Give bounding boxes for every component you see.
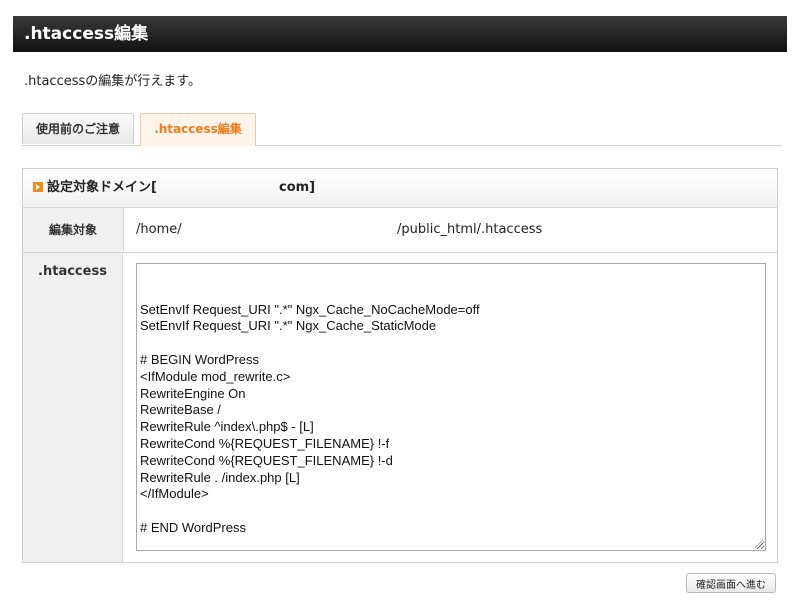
code-line: RewriteRule . /index.php [L]: [140, 469, 300, 485]
domain-heading-prefix: 設定対象ドメイン[: [47, 180, 157, 195]
code-line: SetEnvIf Request_URI ".*" Ngx_Cache_NoCa…: [140, 301, 480, 317]
target-path-start: /home/: [136, 222, 182, 237]
code-line: </IfModule>: [140, 486, 209, 502]
page-title-bar: .htaccess編集: [13, 16, 787, 52]
page-description: .htaccessの編集が行えます。: [24, 74, 201, 89]
code-line: <IfModule mod_rewrite.c>: [140, 368, 291, 384]
tab-usage-notes[interactable]: 使用前のご注意: [22, 113, 134, 144]
code-line: # END WordPress: [140, 519, 246, 535]
target-row: 編集対象 /home/ /public_html/.htaccess: [23, 208, 777, 253]
htaccess-textarea[interactable]: SetEnvIf Request_URI ".*" Ngx_Cache_NoCa…: [136, 263, 766, 551]
settings-panel: 設定対象ドメイン[ com] 編集対象 /home/ /public_html/…: [22, 168, 778, 563]
target-label: 編集対象: [23, 208, 124, 252]
code-line: RewriteRule ^index\.php$ - [L]: [140, 419, 314, 435]
page-title: .htaccess編集: [24, 24, 149, 44]
tab-htaccess-edit[interactable]: .htaccess編集: [140, 113, 256, 146]
resize-grip-icon[interactable]: [754, 539, 763, 548]
htaccess-label: .htaccess: [23, 253, 123, 562]
panel-heading: 設定対象ドメイン[ com]: [23, 169, 777, 208]
htaccess-row: .htaccess SetEnvIf Request_URI ".*" Ngx_…: [23, 253, 777, 562]
target-path-end: /public_html/.htaccess: [397, 222, 543, 237]
code-line: RewriteCond %{REQUEST_FILENAME} !-d: [140, 452, 393, 468]
code-line: RewriteCond %{REQUEST_FILENAME} !-f: [140, 435, 390, 451]
tab-bar: 使用前のご注意 .htaccess編集: [22, 113, 782, 146]
code-line: RewriteEngine On: [140, 385, 246, 401]
code-line: RewriteBase /: [140, 402, 221, 418]
domain-heading-suffix: com]: [279, 180, 316, 195]
code-line: # BEGIN WordPress: [140, 351, 259, 367]
code-line: SetEnvIf Request_URI ".*" Ngx_Cache_Stat…: [140, 318, 437, 334]
bullet-arrow-icon: [33, 182, 43, 192]
confirm-button[interactable]: 確認画面へ進む: [686, 573, 776, 593]
